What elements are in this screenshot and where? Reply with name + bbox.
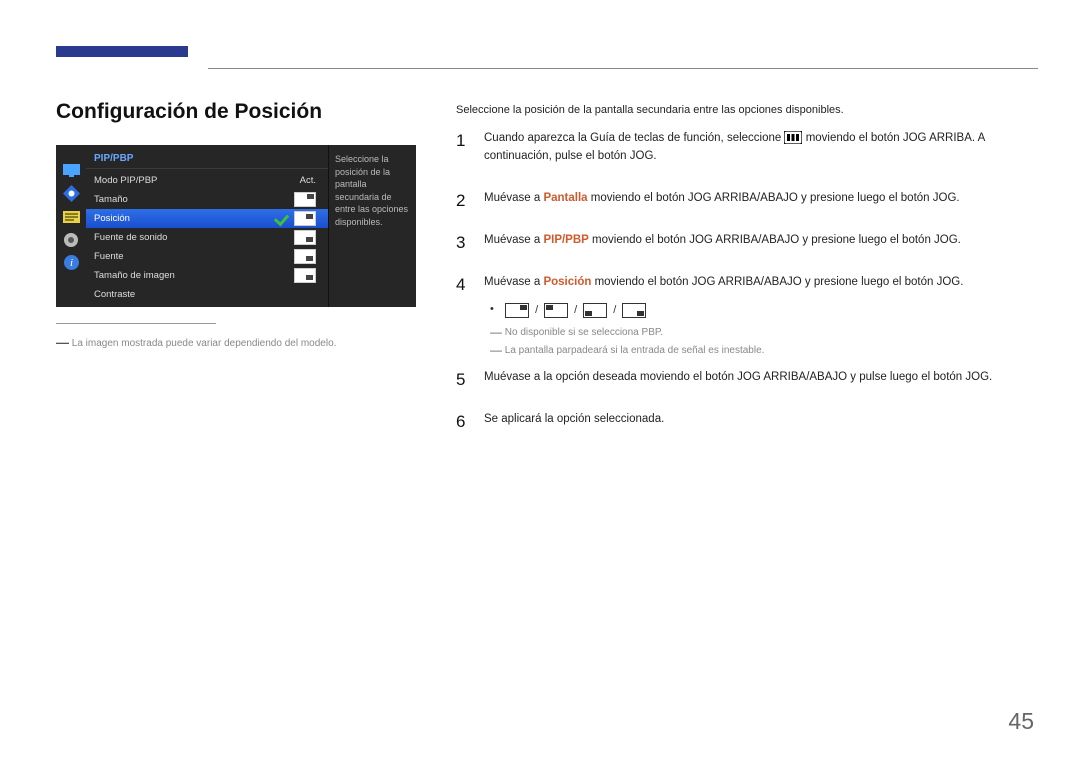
- step-2-post: moviendo el botón JOG ARRIBA/ABAJO y pre…: [588, 192, 960, 204]
- osd-item-value: [275, 230, 320, 245]
- osd-header: PIP/PBP: [86, 151, 328, 169]
- step-number: 2: [456, 188, 470, 214]
- osd-item-value: [275, 249, 320, 264]
- step-body: Cuando aparezca la Guía de teclas de fun…: [484, 128, 1034, 166]
- step-number: 5: [456, 367, 470, 393]
- osd-item-fuente: Fuente: [86, 247, 328, 266]
- sub-note-1: ― No disponible si se selecciona PBP.: [490, 325, 1034, 339]
- sub-note-2-text: La pantalla parpadeará si la entrada de …: [505, 345, 765, 356]
- step-1-text-a: Cuando aparezca la Guía de teclas de fun…: [484, 132, 784, 144]
- sub-note-2: ― La pantalla parpadeará si la entrada d…: [490, 343, 1034, 357]
- osd-help-panel: Seleccione la posición de la pantalla se…: [328, 145, 416, 307]
- settings-icon: [63, 231, 80, 248]
- intro-text: Seleccione la posición de la pantalla se…: [456, 104, 1034, 116]
- osd-item-posicion: Posición: [86, 209, 328, 228]
- osd-item-label: Contraste: [94, 289, 320, 300]
- osd-item-contraste: Contraste: [86, 285, 328, 304]
- step-body: Se aplicará la opción seleccionada.: [484, 409, 1034, 435]
- osd-item-label: Posición: [94, 213, 275, 224]
- picture-icon: [63, 162, 80, 179]
- step-6: 6 Se aplicará la opción seleccionada.: [456, 409, 1034, 435]
- step-3-post: moviendo el botón JOG ARRIBA/ABAJO y pre…: [589, 234, 961, 246]
- osd-screenshot: i PIP/PBP Modo PIP/PBP Act. Tamaño Posic…: [56, 145, 416, 307]
- osd-item-tamano: Tamaño: [86, 190, 328, 209]
- step-body: Muévase a Posición moviendo el botón JOG…: [484, 272, 1034, 298]
- pos-top-left-icon: [544, 303, 568, 318]
- page-number: 45: [1008, 708, 1034, 735]
- osd-item-value: [275, 192, 320, 207]
- step-body: Muévase a la opción deseada moviendo el …: [484, 367, 1034, 393]
- header-accent-bar: [56, 46, 188, 57]
- sep: /: [613, 304, 616, 316]
- step-1: 1 Cuando aparezca la Guía de teclas de f…: [456, 128, 1034, 166]
- svg-text:i: i: [69, 257, 72, 269]
- osd-item-label: Tamaño: [94, 194, 275, 205]
- sep: /: [574, 304, 577, 316]
- step-3-pre: Muévase a: [484, 234, 543, 246]
- osd-item-value: [275, 211, 320, 226]
- osd-rows: Modo PIP/PBP Act. Tamaño Posición Fuente…: [86, 169, 328, 304]
- osd-main-panel: PIP/PBP Modo PIP/PBP Act. Tamaño Posició…: [86, 145, 328, 307]
- sep: /: [535, 304, 538, 316]
- osd-sidebar-icons: i: [56, 145, 86, 307]
- pos-bottom-left-icon: [583, 303, 607, 318]
- info-icon: i: [63, 254, 80, 271]
- position-icon-row: / / /: [505, 303, 646, 318]
- osd-item-value: [275, 268, 320, 283]
- footnote: ― La imagen mostrada puede variar depend…: [56, 335, 336, 350]
- osd-menu-icon: [63, 208, 80, 225]
- step-4-hl: Posición: [543, 276, 591, 288]
- sub-note-1-text: No disponible si se selecciona PBP.: [505, 327, 663, 338]
- step-body: Muévase a Pantalla moviendo el botón JOG…: [484, 188, 1034, 214]
- menu-glyph-icon: [784, 131, 802, 144]
- step-body: Muévase a PIP/PBP moviendo el botón JOG …: [484, 230, 1034, 256]
- step-4-post: moviendo el botón JOG ARRIBA/ABAJO y pre…: [591, 276, 963, 288]
- osd-item-fuente-sonido: Fuente de sonido: [86, 228, 328, 247]
- pip-icon: [63, 185, 80, 202]
- page-title: Configuración de Posición: [56, 100, 322, 124]
- step-number: 6: [456, 409, 470, 435]
- step-4: 4 Muévase a Posición moviendo el botón J…: [456, 272, 1034, 298]
- step-2-hl: Pantalla: [543, 192, 587, 204]
- osd-item-label: Tamaño de imagen: [94, 270, 275, 281]
- step-4-pre: Muévase a: [484, 276, 543, 288]
- step-5: 5 Muévase a la opción deseada moviendo e…: [456, 367, 1034, 393]
- step-number: 1: [456, 128, 470, 166]
- step-2-pre: Muévase a: [484, 192, 543, 204]
- osd-item-modo: Modo PIP/PBP Act.: [86, 171, 328, 190]
- step-2: 2 Muévase a Pantalla moviendo el botón J…: [456, 188, 1034, 214]
- header-divider: [208, 68, 1038, 69]
- osd-item-label: Fuente: [94, 251, 275, 262]
- pos-top-right-icon: [505, 303, 529, 318]
- position-options: • / / /: [490, 303, 1034, 321]
- osd-item-label: Modo PIP/PBP: [94, 175, 275, 186]
- osd-item-value: Act.: [275, 175, 320, 186]
- step-3: 3 Muévase a PIP/PBP moviendo el botón JO…: [456, 230, 1034, 256]
- steps-list: 1 Cuando aparezca la Guía de teclas de f…: [456, 122, 1034, 435]
- step-3-hl: PIP/PBP: [543, 234, 588, 246]
- footnote-divider: [56, 323, 216, 324]
- footnote-text: La imagen mostrada puede variar dependie…: [72, 338, 337, 349]
- step-number: 3: [456, 230, 470, 256]
- osd-item-tamano-imagen: Tamaño de imagen: [86, 266, 328, 285]
- step-number: 4: [456, 272, 470, 298]
- osd-item-label: Fuente de sonido: [94, 232, 275, 243]
- bullet-dot: •: [490, 303, 502, 315]
- pos-bottom-right-icon: [622, 303, 646, 318]
